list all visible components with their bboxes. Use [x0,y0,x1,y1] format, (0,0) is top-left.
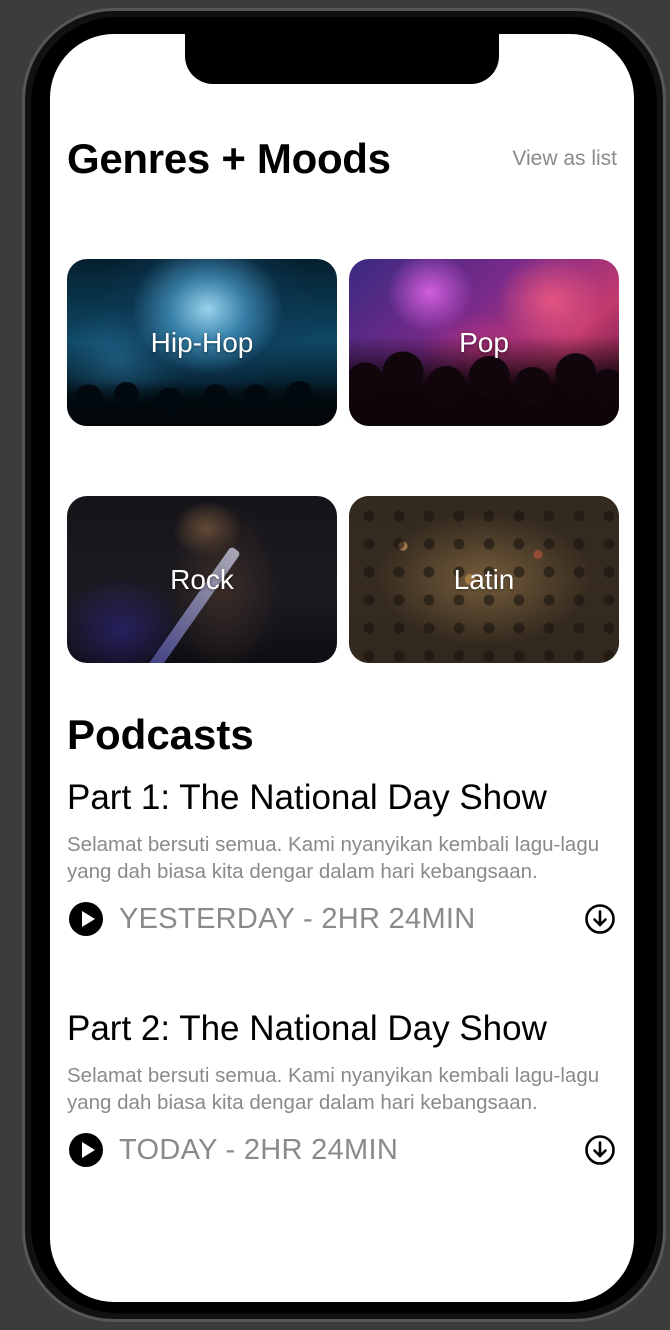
play-circle-icon[interactable] [69,1133,103,1167]
genre-card-hip-hop[interactable]: Hip-Hop [67,259,337,426]
podcasts-section-title: Podcasts [67,711,254,758]
download-circle-icon[interactable] [584,903,616,935]
play-circle-icon[interactable] [69,902,103,936]
podcast-episode[interactable]: Part 1: The National Day Show Selamat be… [67,777,617,939]
genre-label: Pop [459,326,509,358]
app-screen: Genres + Moods View as list Hip-Hop Pop … [50,34,634,1302]
episode-description: Selamat bersuti semua. Kami nyanyikan ke… [67,833,600,883]
genre-label: Hip-Hop [150,326,254,358]
genre-card-latin[interactable]: Latin [349,496,619,663]
page-title: Genres + Moods [67,135,391,182]
view-as-list-link[interactable]: View as list [512,147,617,171]
episode-meta-row: YESTERDAY - 2HR 24MIN [67,899,617,939]
genre-label: Latin [453,563,515,595]
genre-label: Rock [170,563,234,595]
episode-meta: TODAY - 2HR 24MIN [119,1133,399,1166]
genres-header: Genres + Moods View as list [67,134,617,184]
episode-meta: YESTERDAY - 2HR 24MIN [119,902,476,935]
genre-card-rock[interactable]: Rock [67,496,337,663]
episode-description: Selamat bersuti semua. Kami nyanyikan ke… [67,1064,600,1114]
download-circle-icon[interactable] [584,1134,616,1166]
episode-meta-row: TODAY - 2HR 24MIN [67,1130,617,1170]
device-notch [185,34,499,84]
episode-title[interactable]: Part 1: The National Day Show [67,777,617,819]
episode-title[interactable]: Part 2: The National Day Show [67,1008,617,1050]
genre-card-pop[interactable]: Pop [349,259,619,426]
podcast-episode[interactable]: Part 2: The National Day Show Selamat be… [67,1008,617,1170]
